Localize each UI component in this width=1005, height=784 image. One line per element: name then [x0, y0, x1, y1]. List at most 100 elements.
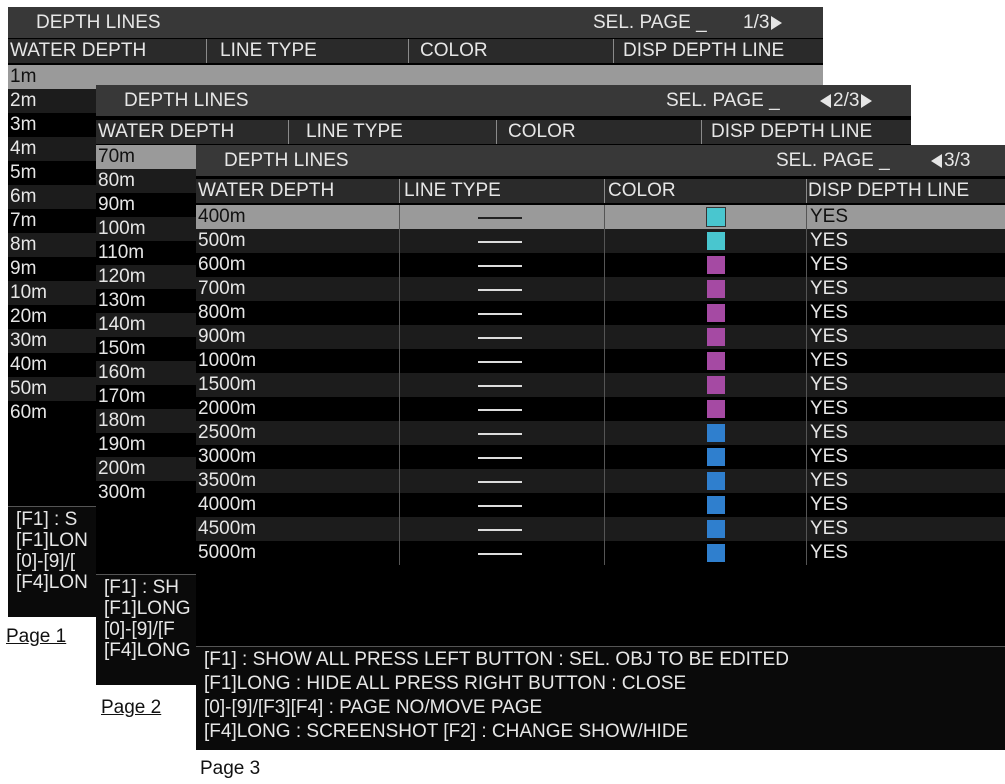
water-depth-cell: 180m — [98, 410, 146, 431]
table-row[interactable]: 900m YES — [196, 325, 1005, 349]
col-line-type: LINE TYPE — [220, 40, 317, 61]
disp-depth-line-value[interactable]: YES — [810, 326, 848, 348]
color-swatch[interactable] — [707, 496, 725, 514]
solid-line-type-icon[interactable] — [478, 433, 522, 435]
color-swatch[interactable] — [707, 544, 725, 562]
help-line-4: [F4]LON — [16, 572, 88, 593]
disp-depth-line-value[interactable]: YES — [810, 446, 848, 468]
disp-depth-line-value[interactable]: YES — [810, 494, 848, 516]
solid-line-type-icon[interactable] — [478, 553, 522, 555]
solid-line-type-icon[interactable] — [478, 505, 522, 507]
color-swatch[interactable] — [707, 304, 725, 322]
page-indicator[interactable]: 1/3 — [743, 12, 783, 34]
help-line-3: [0]-[9]/[ — [16, 551, 76, 572]
disp-depth-line-value[interactable]: YES — [810, 518, 848, 540]
table-row[interactable]: 600m YES — [196, 253, 1005, 277]
disp-depth-line-value[interactable]: YES — [810, 278, 848, 300]
disp-depth-line-value[interactable]: YES — [810, 542, 848, 564]
solid-line-type-icon[interactable] — [478, 337, 522, 339]
water-depth-cell: 200m — [98, 458, 146, 479]
water-depth-cell: 3m — [10, 114, 37, 135]
solid-line-type-icon[interactable] — [478, 289, 522, 291]
water-depth-cell: 5000m — [198, 542, 257, 563]
solid-line-type-icon[interactable] — [478, 361, 522, 363]
page-number: 1/3 — [743, 12, 770, 33]
solid-line-type-icon[interactable] — [478, 529, 522, 531]
color-swatch[interactable] — [707, 376, 725, 394]
table-row[interactable]: 2000m YES — [196, 397, 1005, 421]
help-line-2: [F1]LONG — [104, 598, 191, 619]
color-swatch[interactable] — [707, 520, 725, 538]
page-indicator[interactable]: 3/3 — [931, 150, 970, 172]
help-footer: [F1] : SHOW ALL PRESS LEFT BUTTON : SEL.… — [196, 646, 1005, 750]
color-swatch[interactable] — [707, 448, 725, 466]
table-row[interactable]: 3000m YES — [196, 445, 1005, 469]
next-page-arrow-icon[interactable] — [861, 93, 873, 108]
water-depth-cell: 4000m — [198, 494, 257, 515]
color-swatch[interactable] — [707, 472, 725, 490]
table-row[interactable]: 400m YES — [196, 205, 1005, 229]
solid-line-type-icon[interactable] — [478, 457, 522, 459]
table-row[interactable]: 1000m YES — [196, 349, 1005, 373]
help-line-2: [F1]LONG : HIDE ALL PRESS RIGHT BUTTON :… — [204, 673, 687, 694]
col-color: COLOR — [508, 121, 576, 142]
help-line-1: [F1] : S — [16, 509, 78, 530]
disp-depth-line-value[interactable]: YES — [810, 422, 848, 444]
disp-depth-line-value[interactable]: YES — [810, 374, 848, 396]
disp-depth-line-value[interactable]: YES — [810, 398, 848, 420]
color-swatch[interactable] — [707, 424, 725, 442]
table-row[interactable]: 5000m YES — [196, 541, 1005, 565]
col-water-depth: WATER DEPTH — [98, 121, 235, 142]
col-line-type: LINE TYPE — [404, 180, 501, 201]
water-depth-cell: 300m — [98, 482, 146, 503]
water-depth-cell: 1000m — [198, 350, 257, 371]
table-row[interactable]: 1500m YES — [196, 373, 1005, 397]
disp-depth-line-value[interactable]: YES — [810, 254, 848, 276]
page-indicator[interactable]: 2/3 — [820, 90, 873, 112]
water-depth-cell: 160m — [98, 362, 146, 383]
table-row[interactable]: 4500m YES — [196, 517, 1005, 541]
panel-titlebar: DEPTH LINES SEL. PAGE _ 2/3 — [96, 85, 911, 116]
column-divider — [399, 205, 400, 565]
solid-line-type-icon[interactable] — [478, 313, 522, 315]
disp-depth-line-value[interactable]: YES — [810, 230, 848, 252]
color-swatch[interactable] — [707, 352, 725, 370]
table-row[interactable]: 2500m YES — [196, 421, 1005, 445]
solid-line-type-icon[interactable] — [478, 481, 522, 483]
caption-page1: Page 1 — [6, 626, 67, 647]
sel-page-label[interactable]: SEL. PAGE _ — [666, 90, 780, 112]
water-depth-cell: 7m — [10, 210, 37, 231]
solid-line-type-icon[interactable] — [478, 409, 522, 411]
water-depth-cell: 2000m — [198, 398, 257, 419]
disp-depth-line-value[interactable]: YES — [810, 302, 848, 324]
water-depth-cell: 110m — [98, 242, 145, 263]
disp-depth-line-value[interactable]: YES — [810, 470, 848, 492]
next-page-arrow-icon[interactable] — [771, 15, 783, 30]
disp-depth-line-value[interactable]: YES — [810, 350, 848, 372]
table-row[interactable]: 700m YES — [196, 277, 1005, 301]
water-depth-cell: 90m — [98, 194, 135, 215]
color-swatch[interactable] — [707, 232, 725, 250]
prev-page-arrow-icon[interactable] — [931, 153, 942, 168]
solid-line-type-icon[interactable] — [478, 385, 522, 387]
disp-depth-line-value[interactable]: YES — [810, 206, 848, 228]
col-color: COLOR — [420, 40, 488, 61]
table-row[interactable]: 500m YES — [196, 229, 1005, 253]
color-swatch[interactable] — [707, 280, 725, 298]
solid-line-type-icon[interactable] — [478, 217, 522, 219]
solid-line-type-icon[interactable] — [478, 241, 522, 243]
solid-line-type-icon[interactable] — [478, 265, 522, 267]
sel-page-label[interactable]: SEL. PAGE _ — [776, 150, 890, 172]
color-swatch[interactable] — [706, 207, 726, 227]
water-depth-cell: 70m — [98, 146, 135, 167]
prev-page-arrow-icon[interactable] — [820, 93, 831, 108]
table-row[interactable]: 4000m YES — [196, 493, 1005, 517]
sel-page-label[interactable]: SEL. PAGE _ — [593, 12, 707, 34]
table-row[interactable]: 800m YES — [196, 301, 1005, 325]
color-swatch[interactable] — [707, 256, 725, 274]
color-swatch[interactable] — [707, 400, 725, 418]
table-row[interactable]: 3500m YES — [196, 469, 1005, 493]
water-depth-cell: 100m — [98, 218, 146, 239]
color-swatch[interactable] — [707, 328, 725, 346]
panel-title: DEPTH LINES — [124, 90, 249, 111]
